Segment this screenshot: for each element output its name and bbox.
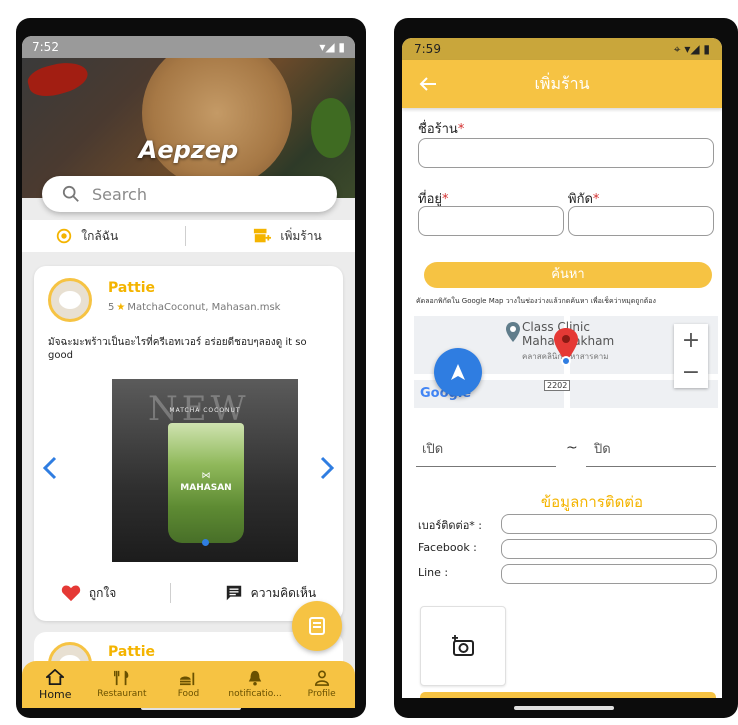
location-target-icon <box>57 228 72 244</box>
add-photo-button[interactable] <box>420 606 506 686</box>
chevron-right-icon[interactable] <box>319 456 335 480</box>
road-number: 2202 <box>544 380 571 391</box>
phone-home: 7:52 ▾◢ ▮ Aepzep Search ใกล้ฉัน เพิ่มร้า… <box>16 18 366 718</box>
divider <box>184 226 186 246</box>
post-username[interactable]: Pattie <box>108 280 155 296</box>
like-button[interactable]: ถูกใจ <box>61 584 116 603</box>
nav-profile[interactable]: Profile <box>291 670 353 699</box>
nav-restaurant[interactable]: Restaurant <box>91 670 153 699</box>
search-button[interactable]: ค้นหา <box>424 262 712 288</box>
post-rating: 5 <box>108 302 115 313</box>
quick-actions: ใกล้ฉัน เพิ่มร้าน <box>22 220 355 252</box>
phone-field[interactable] <box>501 514 717 534</box>
coords-field[interactable] <box>568 206 714 236</box>
compass-button[interactable] <box>434 348 482 396</box>
store-name-label: ชื่อร้าน* <box>418 122 465 137</box>
post-card: Pattie 5 ★ MatchaCoconut, Mahasan.msk มั… <box>34 266 343 621</box>
bell-icon <box>248 670 262 686</box>
nearby-label: ใกล้ฉัน <box>81 228 119 243</box>
home-icon <box>46 668 65 685</box>
app-bar: เพิ่มร้าน <box>402 60 722 108</box>
search-input[interactable]: Search <box>42 176 337 212</box>
like-label: ถูกใจ <box>88 585 117 600</box>
divider <box>169 583 171 603</box>
home-screen: 7:52 ▾◢ ▮ Aepzep Search ใกล้ฉัน เพิ่มร้า… <box>22 36 355 708</box>
search-icon <box>62 185 79 202</box>
open-time-field[interactable]: เปิด <box>422 438 443 459</box>
zoom-in-button[interactable]: + <box>682 328 700 353</box>
post-text: มัจฉะมะพร้าวเป็นอะไรที่ครีเอทเวอร์ อร่อย… <box>48 337 307 361</box>
phone-label: เบอร์ติดต่อ* : <box>418 519 482 532</box>
zoom-controls: + − <box>674 324 708 388</box>
store-name-field[interactable] <box>418 138 714 168</box>
opening-hours: เปิด ~ ปิด <box>416 430 716 470</box>
comment-label: ความคิดเห็น <box>250 585 317 600</box>
carousel-indicator <box>202 539 209 546</box>
post-meta: 5 ★ MatchaCoconut, Mahasan.msk <box>108 302 280 313</box>
nav-notifications[interactable]: notificatio... <box>224 670 286 699</box>
heart-icon <box>61 585 81 602</box>
app-brand: Aepzep <box>138 136 239 164</box>
phone-add-store: 7:59 ⌖ ▾◢ ▮ เพิ่มร้าน ชื่อร้าน* ที่อยู่*… <box>394 18 738 718</box>
line-field[interactable] <box>501 564 717 584</box>
search-placeholder: Search <box>92 184 147 204</box>
line-label: Line : <box>418 566 449 579</box>
post-tags: MatchaCoconut, Mahasan.msk <box>127 302 281 313</box>
status-bar: 7:59 ⌖ ▾◢ ▮ <box>402 38 722 60</box>
cutting-board-image <box>142 58 292 188</box>
hours-separator: ~ <box>566 440 578 456</box>
back-arrow-icon[interactable] <box>418 74 438 94</box>
profile-icon <box>314 670 329 686</box>
chevron-left-icon[interactable] <box>42 456 58 480</box>
status-icons: ▾◢ ▮ <box>319 40 345 54</box>
post-username[interactable]: Pattie <box>108 644 155 660</box>
add-store-label: เพิ่มร้าน <box>280 228 322 243</box>
add-store-icon <box>254 228 272 243</box>
avatar[interactable] <box>48 278 92 322</box>
status-time: 7:59 <box>414 42 441 56</box>
coords-hint: คัดลอกพิกัดใน Google Map วางในช่องว่างแล… <box>416 297 656 305</box>
comment-icon <box>226 585 241 601</box>
nav-home[interactable]: Home <box>24 668 86 701</box>
star-icon: ★ <box>116 302 126 313</box>
nav-food[interactable]: Food <box>157 670 219 699</box>
comment-button[interactable]: ความคิดเห็น <box>225 584 316 603</box>
place-marker-icon <box>506 322 520 342</box>
add-photo-icon <box>452 635 474 656</box>
post-actions: ถูกใจ ความคิดเห็น <box>34 578 343 608</box>
food-icon <box>180 672 195 686</box>
review-icon <box>309 617 325 635</box>
nav-food-label: Food <box>177 689 200 699</box>
nav-restaurant-label: Restaurant <box>97 689 147 699</box>
navigation-arrow-icon <box>451 364 465 380</box>
chili-image <box>25 58 91 102</box>
zoom-out-button[interactable]: − <box>682 360 700 385</box>
nav-notifications-label: notificatio... <box>228 689 282 699</box>
close-time-field[interactable]: ปิด <box>594 438 611 459</box>
drink-cup-image: ⋈ MAHASAN <box>168 423 244 543</box>
save-button[interactable] <box>420 692 716 698</box>
page-title: เพิ่มร้าน <box>534 73 590 93</box>
nearby-button[interactable]: ใกล้ฉัน <box>55 227 118 246</box>
status-icons: ⌖ ▾◢ ▮ <box>673 41 710 56</box>
contact-section-title: ข้อมูลการติดต่อ <box>540 493 644 511</box>
current-location-dot <box>561 356 571 366</box>
add-store-screen: 7:59 ⌖ ▾◢ ▮ เพิ่มร้าน ชื่อร้าน* ที่อยู่*… <box>402 38 722 698</box>
write-review-button[interactable] <box>292 601 342 651</box>
photo-brand: MAHASAN <box>180 483 232 493</box>
fork-knife-icon <box>113 670 129 686</box>
status-bar: 7:52 ▾◢ ▮ <box>22 36 355 58</box>
nav-profile-label: Profile <box>307 689 336 699</box>
add-store-button[interactable]: เพิ่มร้าน <box>252 227 322 246</box>
home-indicator <box>514 706 614 710</box>
nav-home-label: Home <box>39 687 72 701</box>
facebook-field[interactable] <box>501 539 717 559</box>
bottom-navigation: Home Restaurant Food notificatio... Prof… <box>22 661 355 708</box>
post-photo[interactable]: NEW MATCHA COCONUT ⋈ MAHASAN <box>112 379 298 562</box>
facebook-label: Facebook : <box>418 541 477 554</box>
status-time: 7:52 <box>32 40 59 54</box>
photo-caption: MATCHA COCONUT <box>169 407 241 414</box>
address-field[interactable] <box>418 206 564 236</box>
